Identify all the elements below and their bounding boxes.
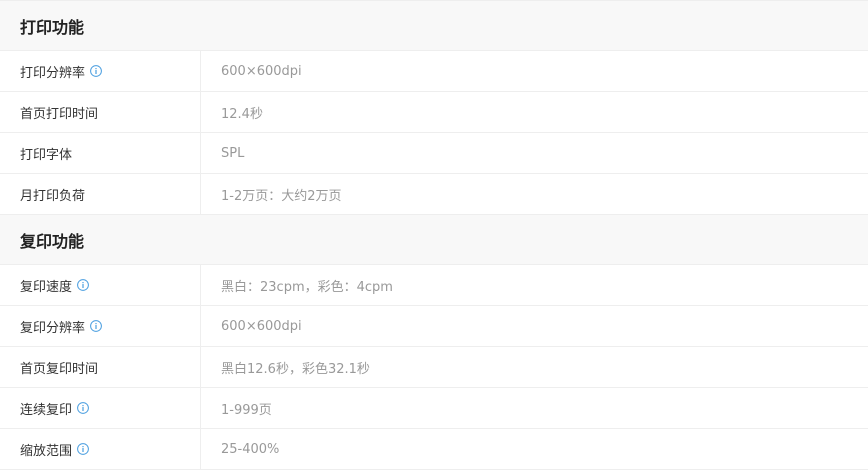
- spec-label: 复印分辨率: [20, 320, 86, 336]
- spec-label: 首页打印时间: [20, 106, 99, 122]
- spec-row-continuous-copy: 连续复印 1-999页: [0, 388, 868, 429]
- spec-label: 月打印负荷: [20, 188, 86, 204]
- info-icon[interactable]: [90, 320, 102, 332]
- info-icon[interactable]: [77, 402, 89, 414]
- section-title: 打印功能: [20, 17, 85, 37]
- section-header-print: 打印功能: [0, 1, 868, 51]
- spec-label: 打印字体: [20, 147, 73, 163]
- spec-row-first-print-time: 首页打印时间 12.4秒: [0, 92, 868, 133]
- spec-value: 25-400%: [221, 441, 280, 457]
- spec-value: 600×600dpi: [221, 63, 302, 79]
- spec-label-cell: 首页复印时间: [0, 347, 201, 387]
- spec-label-cell: 打印字体: [0, 133, 201, 173]
- spec-label-cell: 连续复印: [0, 388, 201, 428]
- spec-row-print-resolution: 打印分辨率 600×600dpi: [0, 51, 868, 92]
- spec-row-print-font: 打印字体 SPL: [0, 133, 868, 174]
- info-icon[interactable]: [77, 443, 89, 455]
- section-header-copy: 复印功能: [0, 215, 868, 265]
- spec-label: 缩放范围: [20, 443, 73, 459]
- spec-table: 打印功能 打印分辨率 600×600dpi 首页打印时间 12.4秒 打印字体 …: [0, 0, 868, 470]
- section-title: 复印功能: [20, 231, 85, 251]
- spec-label: 复印速度: [20, 279, 73, 295]
- spec-row-copy-speed: 复印速度 黑白：23cpm，彩色：4cpm: [0, 265, 868, 306]
- info-icon[interactable]: [77, 279, 89, 291]
- spec-label-cell: 缩放范围: [0, 429, 201, 469]
- spec-label-cell: 首页打印时间: [0, 92, 201, 132]
- spec-value: SPL: [221, 145, 245, 161]
- info-icon[interactable]: [90, 65, 102, 77]
- spec-row-zoom-range: 缩放范围 25-400%: [0, 429, 868, 470]
- spec-label-cell: 打印分辨率: [0, 51, 201, 91]
- spec-row-monthly-duty: 月打印负荷 1-2万页：大约2万页: [0, 174, 868, 215]
- spec-value: 1-999页: [221, 402, 272, 418]
- spec-row-first-copy-time: 首页复印时间 黑白12.6秒，彩色32.1秒: [0, 347, 868, 388]
- spec-label: 首页复印时间: [20, 361, 99, 377]
- spec-row-copy-resolution: 复印分辨率 600×600dpi: [0, 306, 868, 347]
- spec-value: 黑白12.6秒，彩色32.1秒: [221, 361, 370, 377]
- spec-value: 12.4秒: [221, 106, 263, 122]
- spec-label: 打印分辨率: [20, 65, 86, 81]
- spec-value: 1-2万页：大约2万页: [221, 188, 342, 204]
- spec-label: 连续复印: [20, 402, 73, 418]
- spec-value: 600×600dpi: [221, 318, 302, 334]
- spec-label-cell: 复印分辨率: [0, 306, 201, 346]
- spec-label-cell: 月打印负荷: [0, 174, 201, 214]
- spec-value: 黑白：23cpm，彩色：4cpm: [221, 279, 393, 295]
- spec-label-cell: 复印速度: [0, 265, 201, 305]
